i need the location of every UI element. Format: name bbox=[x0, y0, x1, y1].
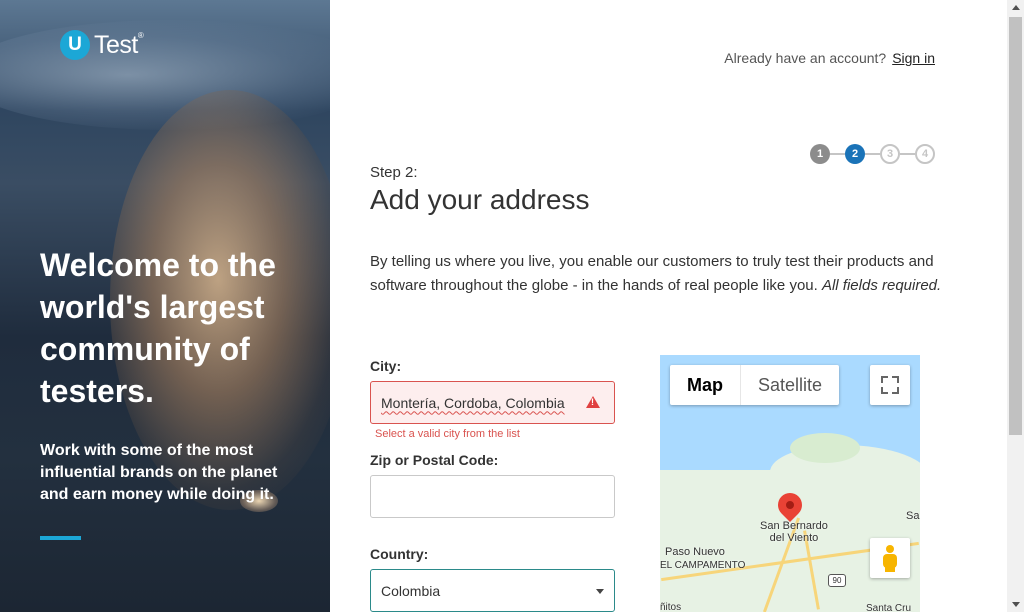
scroll-down-arrow-icon[interactable] bbox=[1012, 602, 1020, 607]
location-map[interactable]: Map Satellite San Bernardo del Viento Pa… bbox=[660, 355, 920, 612]
step-connector bbox=[900, 153, 915, 155]
logo-registered-mark: ® bbox=[137, 30, 144, 40]
chevron-down-icon bbox=[596, 589, 604, 594]
signup-page: U Test® Welcome to the world's largest c… bbox=[0, 0, 1024, 612]
logo-wordmark: Test bbox=[94, 30, 138, 59]
pegman-head bbox=[886, 545, 894, 553]
map-label-el-campamento: EL CAMPAMENTO bbox=[660, 560, 746, 571]
fullscreen-button[interactable] bbox=[870, 365, 910, 405]
map-label-bottom-right: Santa Cru bbox=[866, 603, 912, 612]
step-label: Step 2: bbox=[370, 164, 418, 181]
map-type-map-button[interactable]: Map bbox=[670, 365, 741, 405]
signin-link[interactable]: Sign in bbox=[892, 50, 935, 66]
fullscreen-icon bbox=[881, 387, 888, 394]
fullscreen-icon bbox=[881, 376, 888, 383]
step-connector bbox=[865, 153, 880, 155]
city-input-value: Montería, Cordoba, Colombia bbox=[381, 394, 565, 411]
logo-u-icon: U bbox=[60, 30, 90, 60]
account-prompt-text: Already have an account? bbox=[724, 50, 887, 66]
intro-required-note: All fields required. bbox=[821, 277, 942, 294]
city-label: City: bbox=[370, 358, 402, 374]
step-3: 3 bbox=[880, 144, 900, 164]
zip-input[interactable] bbox=[370, 475, 615, 518]
intro-text: By telling us where you live, you enable… bbox=[370, 250, 950, 298]
utest-logo[interactable]: U Test® bbox=[60, 30, 144, 60]
step-1: 1 bbox=[810, 144, 830, 164]
signin-prompt: Already have an account? Sign in bbox=[724, 50, 935, 66]
hero-accent-bar bbox=[40, 536, 81, 540]
hero-title: Welcome to the world's largest community… bbox=[40, 247, 276, 409]
page-title: Add your address bbox=[370, 184, 590, 215]
step-2: 2 bbox=[845, 144, 865, 164]
map-label-bottom-left: ñitos bbox=[660, 602, 682, 612]
logo-text: Test® bbox=[94, 30, 144, 60]
fullscreen-icon bbox=[892, 376, 899, 383]
map-label-paso-nuevo: Paso Nuevo bbox=[665, 546, 725, 558]
step-4: 4 bbox=[915, 144, 935, 164]
warning-icon bbox=[586, 396, 600, 408]
country-select[interactable]: Colombia bbox=[370, 569, 615, 612]
city-input[interactable]: Montería, Cordoba, Colombia bbox=[370, 381, 615, 424]
fullscreen-icon bbox=[892, 387, 899, 394]
map-type-satellite-button[interactable]: Satellite bbox=[741, 365, 839, 405]
city-error-message: Select a valid city from the list bbox=[375, 428, 520, 440]
pegman-icon[interactable] bbox=[870, 538, 910, 578]
map-label-sa: Sa bbox=[906, 510, 920, 522]
pegman-legs bbox=[885, 566, 895, 572]
step-connector bbox=[830, 153, 845, 155]
hero-panel: U Test® Welcome to the world's largest c… bbox=[0, 0, 330, 612]
map-type-control: Map Satellite bbox=[670, 365, 840, 405]
country-label: Country: bbox=[370, 546, 429, 562]
scrollbar-thumb[interactable] bbox=[1009, 17, 1022, 435]
route-shield-icon: 90 bbox=[828, 574, 846, 587]
country-select-value: Colombia bbox=[381, 582, 441, 599]
progress-stepper: 1 2 3 4 bbox=[810, 144, 935, 164]
page-scrollbar[interactable] bbox=[1007, 0, 1024, 612]
map-land bbox=[790, 433, 860, 463]
scroll-up-arrow-icon[interactable] bbox=[1012, 5, 1020, 10]
zip-label: Zip or Postal Code: bbox=[370, 452, 499, 468]
map-label-san-bernardo: San Bernardo del Viento bbox=[760, 520, 828, 544]
hero-subtitle: Work with some of the most influential b… bbox=[40, 442, 278, 503]
